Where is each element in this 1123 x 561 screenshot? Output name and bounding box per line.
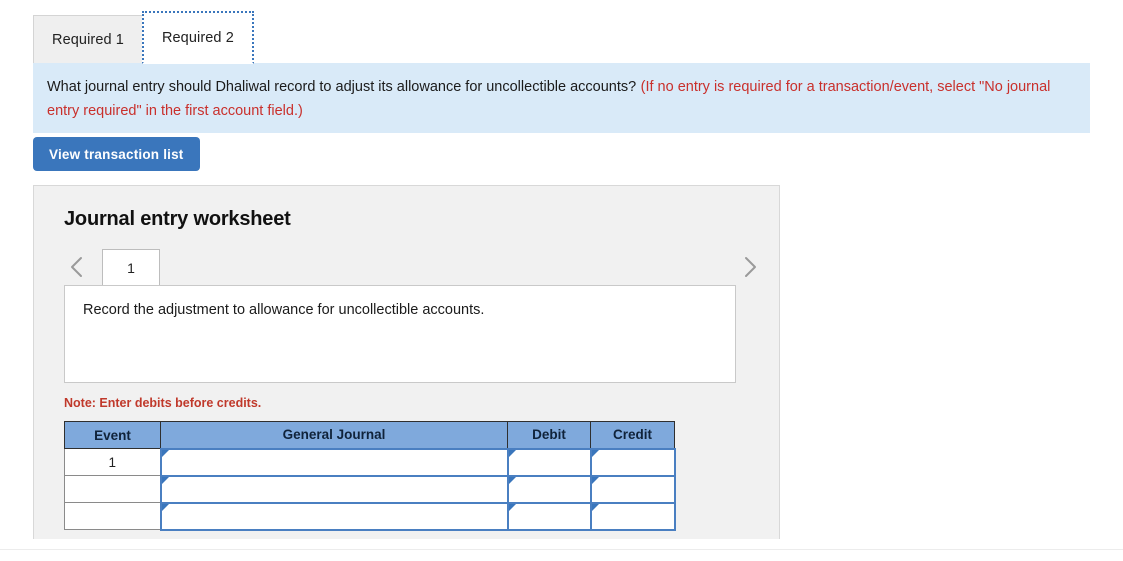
worksheet-title: Journal entry worksheet — [64, 208, 291, 230]
dropdown-marker-icon — [591, 503, 599, 511]
credit-input-row-2[interactable] — [589, 474, 676, 504]
tab-required-2[interactable]: Required 2 — [141, 11, 254, 64]
dropdown-marker-icon — [161, 476, 169, 484]
dropdown-marker-icon — [591, 449, 599, 457]
table-row: 1 — [64, 447, 676, 477]
chevron-left-icon[interactable] — [64, 249, 90, 285]
debits-before-credits-note: Note: Enter debits before credits. — [64, 396, 262, 410]
worksheet-page-tab-label: 1 — [127, 260, 135, 276]
tab-required-2-label: Required 2 — [161, 29, 234, 46]
requirements-tabstrip: Required 1 Required 2 — [0, 0, 1123, 64]
account-select-row-1[interactable] — [159, 447, 509, 477]
dropdown-marker-icon — [161, 449, 169, 457]
table-row — [64, 474, 676, 504]
debit-input-row-1[interactable] — [506, 447, 592, 477]
account-select-row-3[interactable] — [159, 501, 509, 531]
account-select-row-2[interactable] — [159, 474, 509, 504]
column-header-debit: Debit — [507, 421, 591, 449]
worksheet-page-tab-1[interactable]: 1 — [102, 249, 160, 286]
credit-input-row-1[interactable] — [589, 447, 676, 477]
credit-input-row-3[interactable] — [589, 501, 676, 531]
tab-required-1[interactable]: Required 1 — [33, 15, 143, 63]
column-header-general-journal: General Journal — [160, 421, 508, 449]
cell-event-1: 1 — [64, 448, 161, 476]
chevron-right-icon[interactable] — [737, 249, 763, 285]
view-transaction-list-button[interactable]: View transaction list — [33, 137, 200, 171]
dropdown-marker-icon — [591, 476, 599, 484]
debit-input-row-3[interactable] — [506, 501, 592, 531]
worksheet-instruction-box: Record the adjustment to allowance for u… — [64, 285, 736, 383]
bottom-separator — [0, 549, 1123, 550]
dropdown-marker-icon — [508, 503, 516, 511]
page-root: Required 1 Required 2 What journal entry… — [0, 0, 1123, 561]
column-header-credit: Credit — [590, 421, 675, 449]
column-header-event: Event — [64, 421, 161, 449]
table-header-row: Event General Journal Debit Credit — [64, 421, 675, 449]
dropdown-marker-icon — [508, 476, 516, 484]
tab-required-1-label: Required 1 — [52, 31, 124, 48]
worksheet-instruction-text: Record the adjustment to allowance for u… — [83, 302, 485, 318]
journal-entry-table: Event General Journal Debit Credit 1 — [64, 421, 676, 531]
worksheet-page-nav: 1 — [64, 249, 756, 286]
question-text: What journal entry should Dhaliwal recor… — [47, 79, 637, 95]
table-row — [64, 501, 676, 531]
cell-event-2 — [64, 475, 161, 503]
debit-input-row-2[interactable] — [506, 474, 592, 504]
cell-event-3 — [64, 502, 161, 530]
dropdown-marker-icon — [508, 449, 516, 457]
tabs-row: Required 1 Required 2 — [33, 8, 254, 64]
dropdown-marker-icon — [161, 503, 169, 511]
journal-entry-worksheet-panel: Journal entry worksheet 1 Record the adj… — [33, 185, 780, 539]
question-banner: What journal entry should Dhaliwal recor… — [33, 63, 1090, 133]
